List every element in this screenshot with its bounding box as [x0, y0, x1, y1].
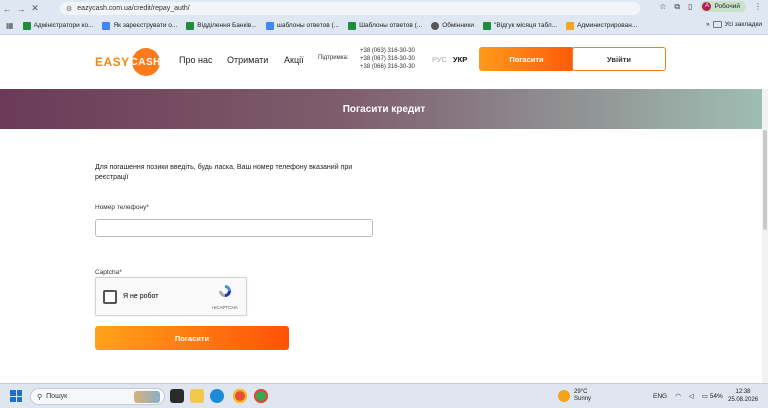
- search-icon: ⚲: [37, 393, 43, 401]
- chrome-icon[interactable]: [233, 389, 247, 403]
- doc-icon: [102, 21, 111, 30]
- time: 12:38: [735, 389, 751, 395]
- support-label: Підтримка:: [318, 55, 349, 61]
- taskbar: ⚲ Пошук 29°C Sunny ENG ◠ ◁ ▭ 54% 12:38 2…: [0, 383, 768, 408]
- page-title: Погасити кредит: [342, 103, 426, 115]
- windows-start-icon[interactable]: [10, 390, 22, 402]
- bookmark-5[interactable]: Обмінники: [431, 21, 474, 30]
- extensions-icon[interactable]: ⧉: [674, 2, 680, 12]
- address-bar[interactable]: ⚙ eazycash.com.ua/credit/repay_auth/: [60, 2, 640, 15]
- search-highlight-image: [134, 391, 160, 403]
- menu-icon[interactable]: ⋮: [754, 2, 762, 11]
- profile-label: Робочий: [714, 3, 740, 10]
- weather-widget[interactable]: 29°C Sunny: [558, 389, 591, 403]
- bookmark-0[interactable]: Адміністратори ко...: [22, 21, 93, 30]
- intro-text: Для погашення позики введіть, будь ласка…: [95, 164, 353, 181]
- captcha-text: Я не робот: [123, 293, 159, 300]
- sheet-icon: [348, 21, 357, 30]
- login-button[interactable]: Увійти: [572, 47, 666, 71]
- bookmark-1[interactable]: Як зареєструвати о...: [102, 21, 177, 30]
- close-load-icon[interactable]: ✕: [28, 3, 42, 14]
- phone-1[interactable]: +38 (063) 316-30-30: [360, 47, 415, 55]
- url-text: eazycash.com.ua/credit/repay_auth/: [77, 5, 190, 12]
- browser-toolbar: ← → ✕ ⚙ eazycash.com.ua/credit/repay_aut…: [0, 0, 768, 17]
- phone-label: Номер телефону*: [95, 204, 149, 211]
- menu-get[interactable]: Отримати: [227, 55, 268, 65]
- bookmark-2[interactable]: Відділення Банків...: [186, 21, 257, 30]
- recaptcha-brand: reCAPTCHA: [212, 305, 238, 310]
- lang-ua[interactable]: УКР: [453, 55, 467, 64]
- system-tray: ENG ◠ ◁ ▭ 54%: [653, 392, 723, 401]
- sheet-icon: [186, 21, 195, 30]
- site-info-icon[interactable]: ⚙: [66, 5, 72, 13]
- star-icon[interactable]: ☆: [659, 2, 666, 11]
- chrome-profile-icon[interactable]: [254, 389, 268, 403]
- clock[interactable]: 12:38 25.08.2026: [728, 388, 758, 404]
- apps-icon[interactable]: ▦: [6, 21, 14, 30]
- back-icon[interactable]: ←: [0, 4, 14, 14]
- battery-indicator[interactable]: ▭ 54%: [702, 392, 723, 400]
- bookmark-3[interactable]: шаблоны ответов (...: [265, 21, 339, 30]
- menu-promo[interactable]: Акції: [284, 55, 304, 65]
- phone-input[interactable]: [95, 219, 373, 237]
- sheet-icon: [483, 21, 492, 30]
- file-explorer-icon[interactable]: [190, 389, 204, 403]
- search-placeholder: Пошук: [46, 393, 68, 400]
- recaptcha-logo: reCAPTCHA: [210, 283, 240, 310]
- all-bookmarks[interactable]: » Усі закладки: [706, 21, 762, 28]
- profile-chip[interactable]: А Робочий: [700, 1, 746, 12]
- globe-icon: [431, 21, 440, 30]
- avatar: А: [702, 2, 712, 11]
- phone-2[interactable]: +38 (067) 316-30-30: [360, 55, 415, 63]
- folder-icon: [712, 21, 722, 28]
- phone-3[interactable]: +38 (066) 316-30-30: [360, 63, 415, 71]
- submit-button[interactable]: Погасити: [95, 326, 289, 350]
- page-banner: Погасити кредит: [0, 89, 768, 129]
- lang-ru[interactable]: РУС: [432, 55, 447, 64]
- weather-desc: Sunny: [574, 396, 592, 402]
- bookmarks-bar: ▦ Адміністратори ко... Як зареєструвати …: [0, 17, 768, 35]
- header-pay-button[interactable]: Погасити: [479, 47, 574, 71]
- chevron-right-icon: »: [705, 21, 710, 28]
- bookmark-4[interactable]: Шаблоны ответов (...: [348, 21, 422, 30]
- captcha-label: Captcha*: [95, 269, 122, 276]
- site-header: EASY CASH Про нас Отримати Акції Підтрим…: [0, 35, 768, 89]
- forward-icon[interactable]: →: [14, 4, 28, 14]
- taskbar-search[interactable]: ⚲ Пошук: [30, 388, 165, 405]
- scrollbar-thumb[interactable]: [763, 130, 767, 230]
- recaptcha-icon: [219, 285, 231, 297]
- bookmark-7[interactable]: Администрирован...: [566, 21, 637, 30]
- language-indicator[interactable]: ENG: [653, 393, 667, 400]
- bookmark-6[interactable]: "Відгук місяця табл...: [483, 21, 557, 30]
- sheet-icon: [22, 21, 31, 30]
- recaptcha-widget: Я не робот reCAPTCHA: [95, 277, 247, 316]
- logo[interactable]: EASY CASH: [95, 48, 160, 76]
- captcha-checkbox[interactable]: [103, 290, 117, 304]
- sidepanel-icon[interactable]: ▯: [688, 2, 692, 11]
- admin-icon: [566, 21, 575, 30]
- weather-temp: 29°C: [574, 389, 588, 395]
- task-view-icon[interactable]: [170, 389, 184, 403]
- sun-icon: [558, 390, 570, 402]
- wifi-icon[interactable]: ◠: [675, 392, 681, 400]
- volume-icon[interactable]: ◁: [689, 392, 694, 400]
- doc-icon: [265, 21, 274, 30]
- edge-icon[interactable]: [210, 389, 224, 403]
- support-phones: +38 (063) 316-30-30 +38 (067) 316-30-30 …: [360, 47, 415, 71]
- menu-about[interactable]: Про нас: [179, 55, 212, 65]
- date: 25.08.2026: [728, 397, 759, 403]
